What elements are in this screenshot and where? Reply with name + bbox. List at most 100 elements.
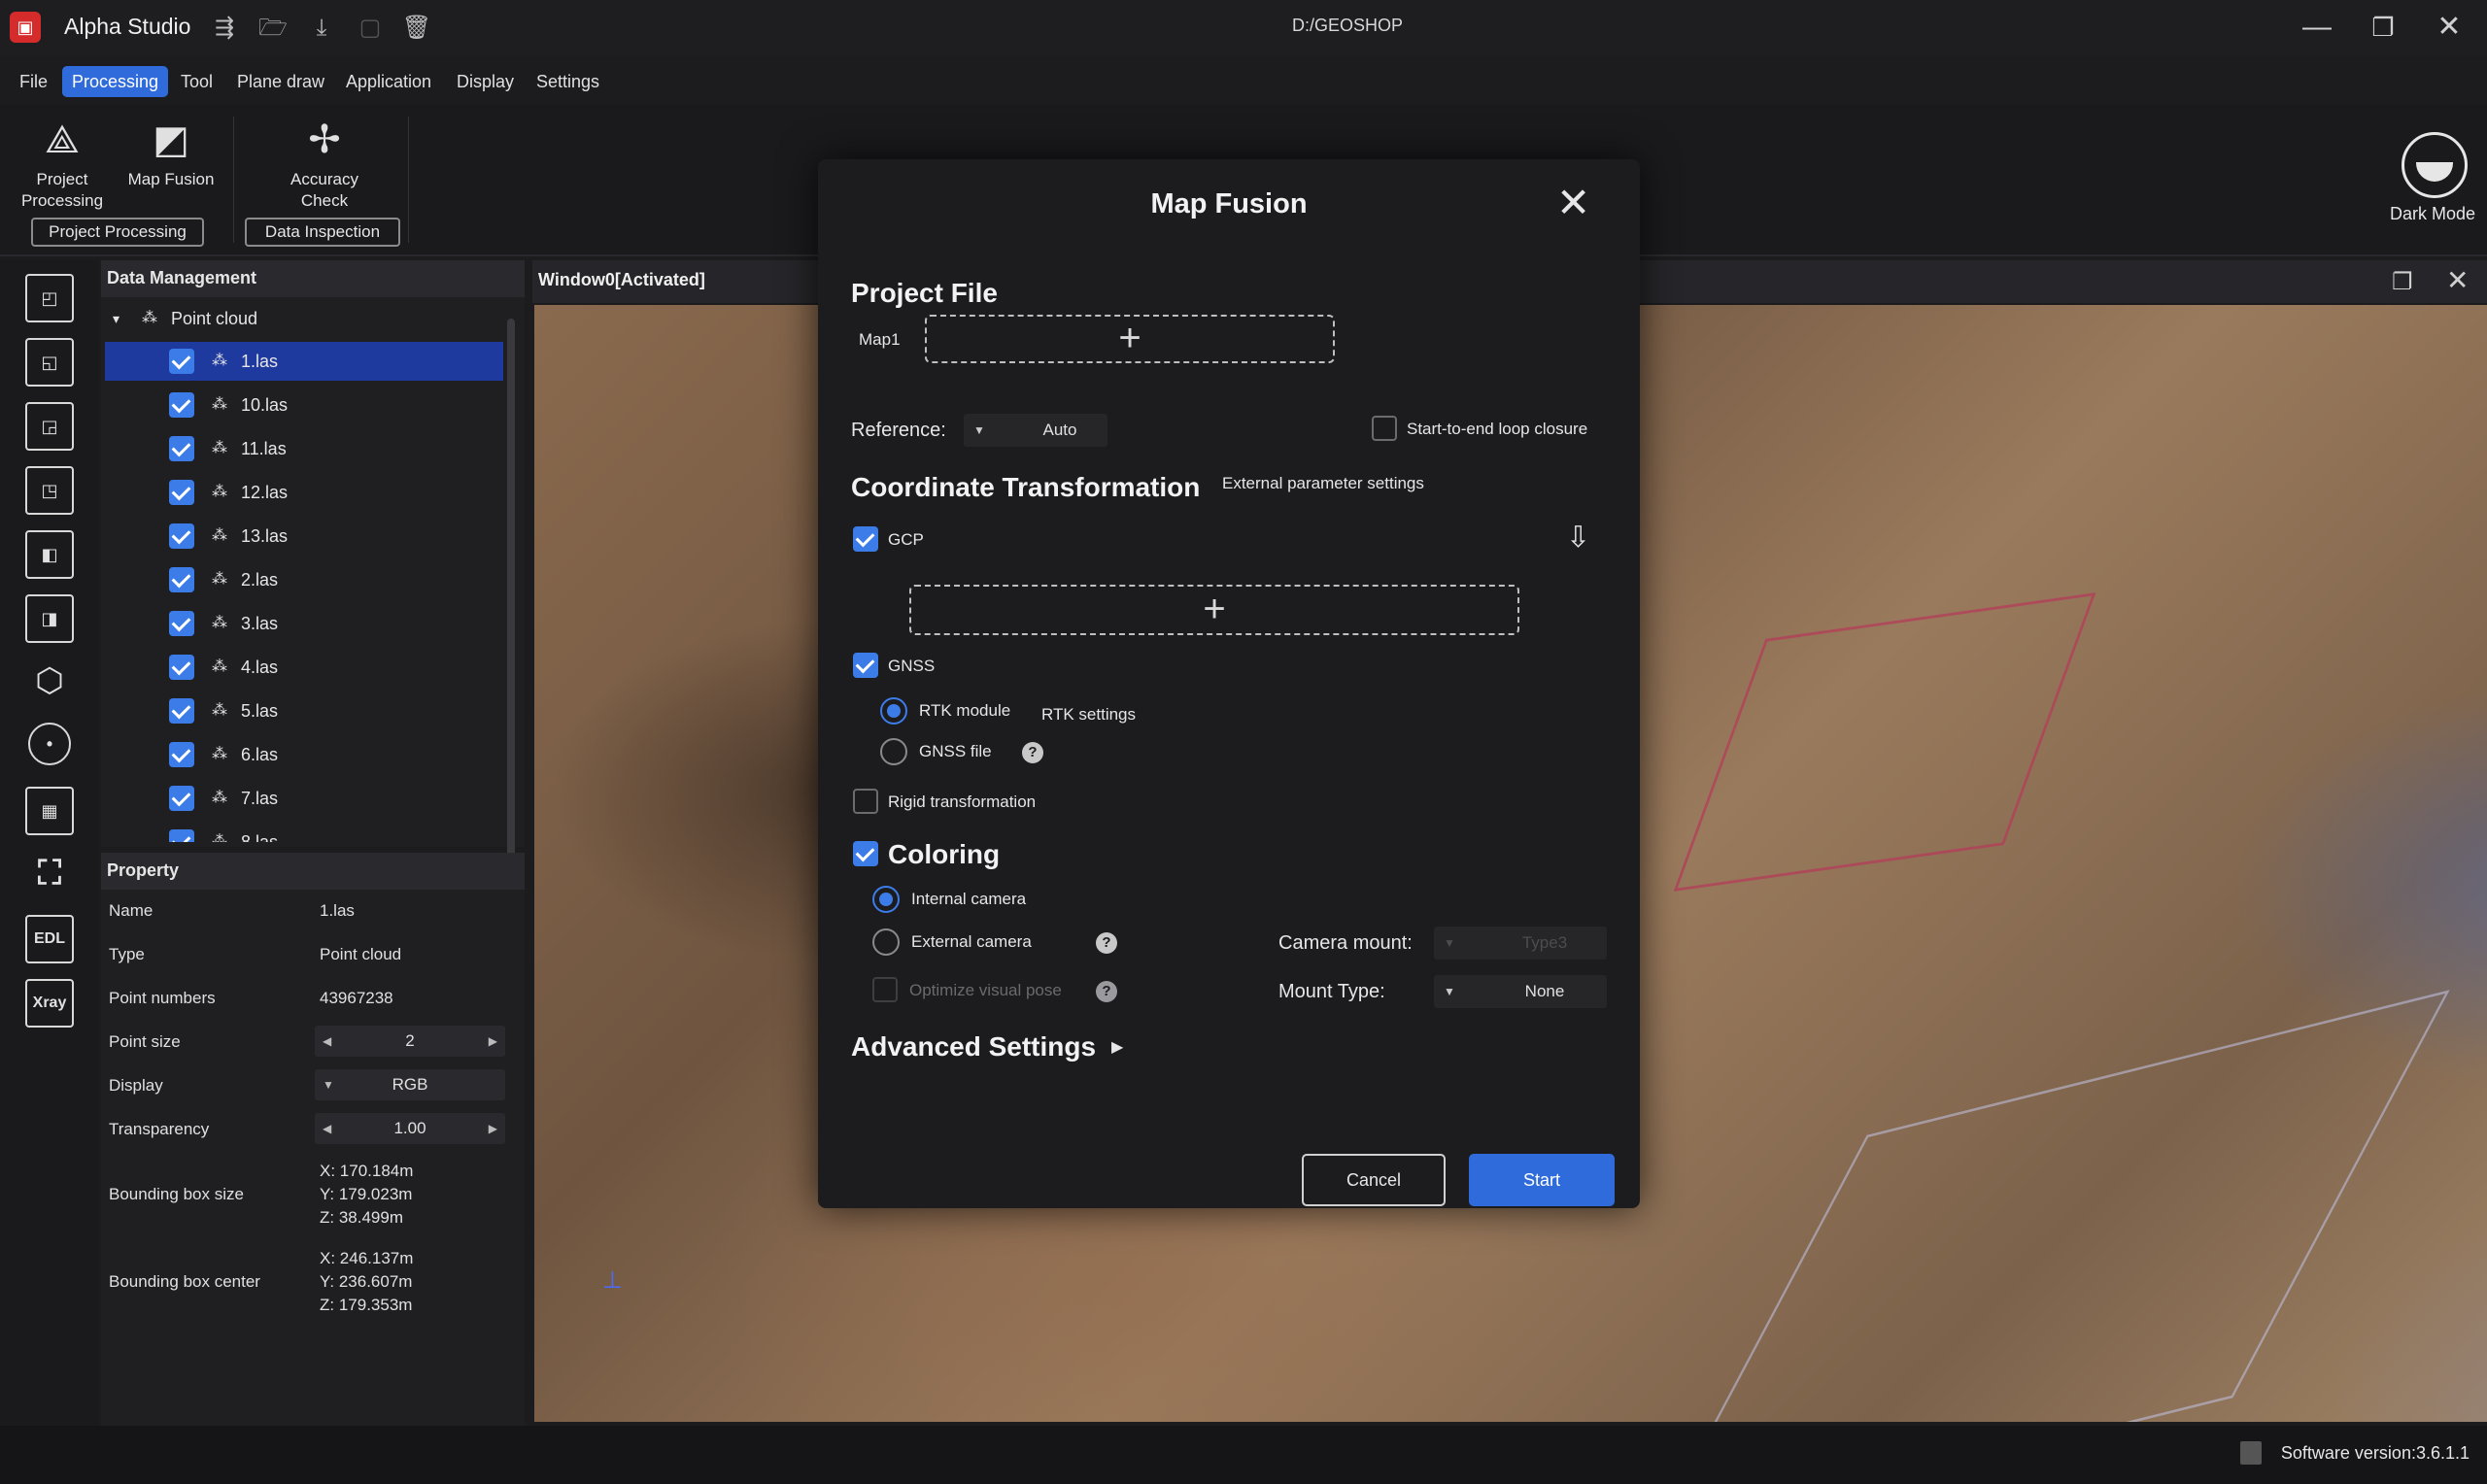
- start-button[interactable]: Start: [1469, 1154, 1615, 1206]
- point-mode-icon[interactable]: •: [28, 723, 71, 765]
- tree-file-item[interactable]: ⁂ 7.las: [105, 779, 503, 818]
- cloud-download-icon[interactable]: ⇩: [1566, 521, 1590, 555]
- file-name-label: 5.las: [241, 701, 279, 721]
- decrease-icon[interactable]: ◀: [323, 1026, 331, 1057]
- chevron-right-icon[interactable]: ▶: [1111, 1037, 1123, 1057]
- menu-plane-draw[interactable]: Plane draw: [227, 66, 334, 97]
- file-visibility-checkbox[interactable]: [169, 567, 194, 592]
- project-processing-button[interactable]: ⟁ Project Processing: [14, 117, 111, 212]
- side-view-icon[interactable]: ◲: [25, 402, 74, 451]
- left-view-icon[interactable]: ◧: [25, 530, 74, 579]
- internal-camera-radio[interactable]: [872, 886, 900, 913]
- tree-file-item[interactable]: ⁂ 12.las: [105, 473, 503, 512]
- download-icon[interactable]: ⤓: [305, 12, 338, 45]
- gnss-checkbox[interactable]: [853, 653, 878, 678]
- rtk-module-radio[interactable]: [880, 697, 907, 725]
- tree-scrollbar[interactable]: [507, 319, 515, 862]
- point-size-stepper[interactable]: ◀ 2 ▶: [315, 1026, 505, 1057]
- tree-root-point-cloud[interactable]: ▾ ⁂ Point cloud: [105, 299, 503, 338]
- tree-file-item[interactable]: ⁂ 3.las: [105, 604, 503, 643]
- edl-icon[interactable]: EDL: [25, 915, 74, 963]
- tree-file-item[interactable]: ⁂ 1.las: [105, 342, 503, 381]
- close-icon[interactable]: ✕: [1556, 183, 1590, 223]
- back-view-icon[interactable]: ◳: [25, 466, 74, 515]
- add-gcp-button[interactable]: +: [909, 585, 1519, 635]
- tree-file-item[interactable]: ⁂ 11.las: [105, 429, 503, 468]
- increase-icon[interactable]: ▶: [489, 1026, 497, 1057]
- file-visibility-checkbox[interactable]: [169, 742, 194, 767]
- prop-size-label: Point size: [109, 1032, 181, 1051]
- help-icon[interactable]: ?: [1096, 981, 1117, 1002]
- menu-tool[interactable]: Tool: [171, 66, 222, 97]
- menu-settings[interactable]: Settings: [527, 66, 609, 97]
- camera-mount-label: Camera mount:: [1278, 932, 1413, 954]
- tree-file-item[interactable]: ⁂ 8.las: [105, 823, 503, 842]
- minimize-icon[interactable]: —: [2293, 8, 2341, 47]
- app-title: Alpha Studio: [64, 14, 191, 39]
- reference-select[interactable]: ▼ Auto: [964, 414, 1107, 447]
- tree-file-item[interactable]: ⁂ 4.las: [105, 648, 503, 687]
- point-cloud-icon: ⁂: [212, 833, 227, 842]
- front-view-icon[interactable]: ◱: [25, 338, 74, 387]
- map-fusion-button[interactable]: ◩ Map Fusion: [120, 117, 221, 190]
- chevron-down-icon[interactable]: ▾: [113, 299, 119, 338]
- help-icon[interactable]: ?: [1022, 742, 1043, 763]
- increase-icon[interactable]: ▶: [489, 1113, 497, 1144]
- coloring-checkbox[interactable]: [853, 841, 878, 866]
- tree-file-item[interactable]: ⁂ 5.las: [105, 691, 503, 730]
- fullscreen-icon[interactable]: ⛶: [25, 851, 74, 899]
- accuracy-check-button[interactable]: ✢ Accuracy Check: [276, 117, 373, 212]
- decrease-icon[interactable]: ◀: [323, 1113, 331, 1144]
- file-visibility-checkbox[interactable]: [169, 480, 194, 505]
- display-select[interactable]: ▼ RGB: [315, 1069, 505, 1100]
- trash-icon[interactable]: 🗑: [400, 12, 433, 45]
- dialog-title: Map Fusion: [1150, 188, 1308, 219]
- close-window-icon[interactable]: ✕: [2425, 8, 2473, 47]
- file-visibility-checkbox[interactable]: [169, 698, 194, 724]
- file-visibility-checkbox[interactable]: [169, 655, 194, 680]
- add-map-button[interactable]: +: [925, 315, 1335, 363]
- external-camera-radio[interactable]: [872, 928, 900, 956]
- file-visibility-checkbox[interactable]: [169, 349, 194, 374]
- top-view-icon[interactable]: ◰: [25, 274, 74, 322]
- open-folder-icon[interactable]: 🗁: [256, 12, 290, 45]
- transparency-stepper[interactable]: ◀ 1.00 ▶: [315, 1113, 505, 1144]
- file-visibility-checkbox[interactable]: [169, 436, 194, 461]
- perspective-icon[interactable]: ▦: [25, 787, 74, 835]
- menu-processing[interactable]: Processing: [62, 66, 169, 97]
- file-visibility-checkbox[interactable]: [169, 786, 194, 811]
- iso-view-icon[interactable]: ⬡: [25, 658, 74, 707]
- rtk-settings-link[interactable]: RTK settings: [1041, 705, 1136, 725]
- tree-file-item[interactable]: ⁂ 6.las: [105, 735, 503, 774]
- file-visibility-checkbox[interactable]: [169, 392, 194, 418]
- share-icon[interactable]: ⇶: [208, 12, 241, 45]
- external-params-link[interactable]: External parameter settings: [1222, 474, 1424, 493]
- close-viewport-icon[interactable]: ✕: [2446, 264, 2469, 296]
- file-visibility-checkbox[interactable]: [169, 829, 194, 842]
- gcp-checkbox[interactable]: [853, 526, 878, 552]
- float-window-icon[interactable]: ❐: [2392, 268, 2413, 296]
- cancel-button[interactable]: Cancel: [1302, 1154, 1446, 1206]
- external-camera-label: External camera: [911, 932, 1032, 951]
- gnss-file-radio[interactable]: [880, 738, 907, 765]
- restore-icon[interactable]: ❐: [2359, 8, 2407, 47]
- menu-file[interactable]: File: [10, 66, 57, 97]
- help-icon[interactable]: ?: [1096, 932, 1117, 954]
- xray-icon[interactable]: Xray: [25, 979, 74, 1028]
- tree-file-item[interactable]: ⁂ 13.las: [105, 517, 503, 556]
- loop-closure-checkbox[interactable]: [1372, 416, 1397, 441]
- file-name-label: 7.las: [241, 789, 279, 808]
- file-visibility-checkbox[interactable]: [169, 611, 194, 636]
- save-icon[interactable]: ▢: [354, 12, 387, 45]
- menu-display[interactable]: Display: [447, 66, 524, 97]
- rigid-transform-checkbox[interactable]: [853, 789, 878, 814]
- dark-mode-icon[interactable]: [2402, 132, 2468, 198]
- right-view-icon[interactable]: ◨: [25, 594, 74, 643]
- tree-file-item[interactable]: ⁂ 10.las: [105, 386, 503, 424]
- prop-display-label: Display: [109, 1076, 163, 1095]
- menu-application[interactable]: Application: [336, 66, 441, 97]
- mount-type-select[interactable]: ▼ None: [1434, 975, 1607, 1008]
- advanced-settings-toggle[interactable]: Advanced Settings: [851, 1031, 1096, 1062]
- file-visibility-checkbox[interactable]: [169, 523, 194, 549]
- tree-file-item[interactable]: ⁂ 2.las: [105, 560, 503, 599]
